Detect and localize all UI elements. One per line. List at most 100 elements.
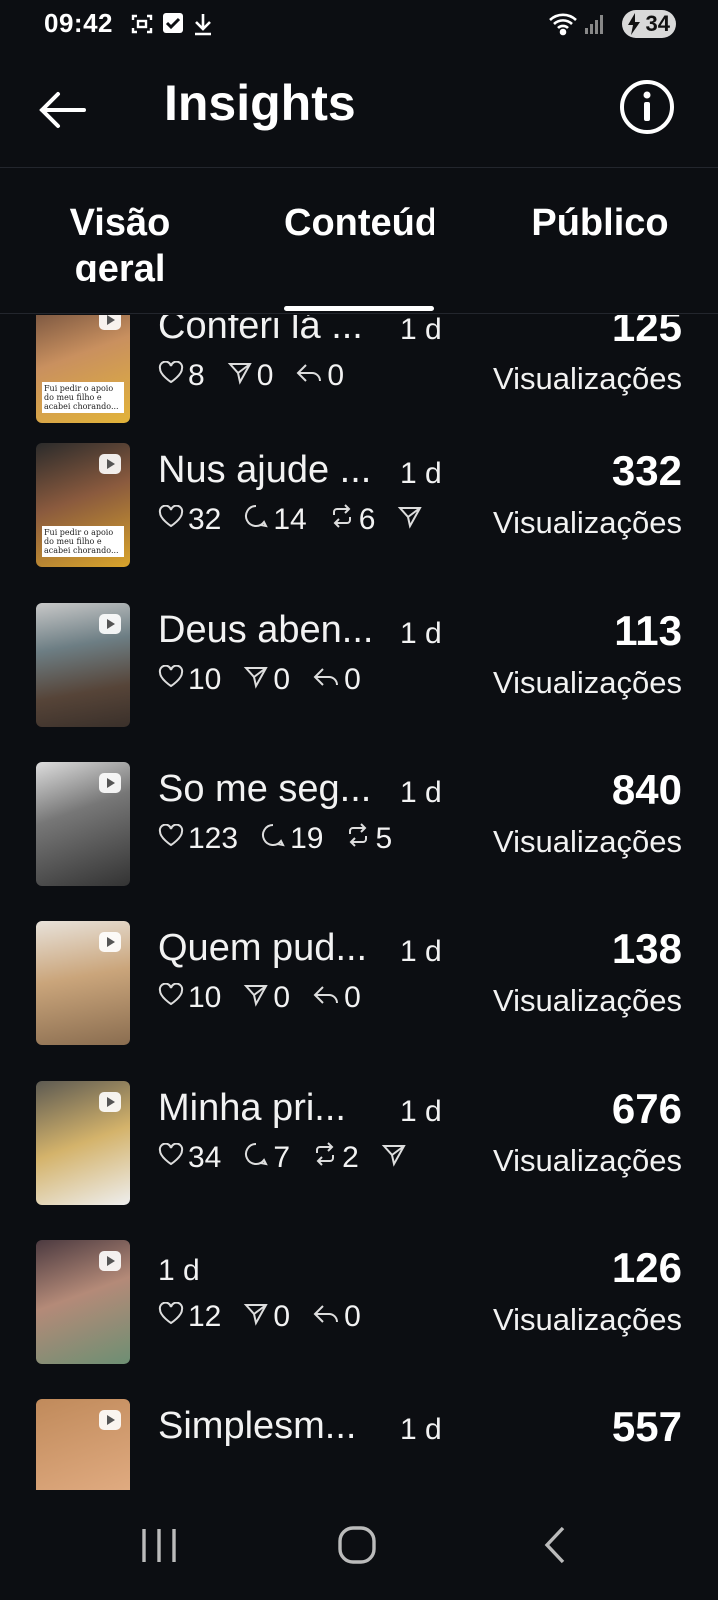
post-row[interactable]: Fui pedir o apoio do meu filho e acabei … — [0, 443, 718, 571]
screenshot-icon — [130, 12, 154, 41]
info-button[interactable] — [618, 78, 676, 136]
share-icon — [243, 1300, 273, 1334]
tab-overview[interactable]: Visão geral — [50, 200, 190, 282]
heart-icon — [158, 663, 188, 697]
post-stats: 12 0 0 — [158, 1300, 448, 1344]
stat-value: 0 — [344, 663, 361, 696]
post-thumbnail[interactable]: Fui pedir o apoio do meu filho e acabei … — [36, 443, 130, 567]
post-row[interactable]: Simplesm... 1 d 557 — [0, 1399, 718, 1490]
post-stat: 5 — [345, 822, 392, 856]
views-label: Visualizações — [493, 505, 682, 540]
post-row[interactable]: 1 d 126 Visualizações 12 0 0 — [0, 1240, 718, 1368]
post-stat: 8 — [158, 359, 205, 393]
tab-content[interactable]: Conteúdo — [284, 200, 434, 282]
post-title: Conferi lá ... — [158, 315, 363, 347]
post-row[interactable]: Minha pri... 1 d 676 Visualizações 34 7 2 — [0, 1081, 718, 1209]
post-thumbnail[interactable] — [36, 1399, 130, 1490]
battery-level: 34 — [645, 11, 670, 36]
reply-icon — [312, 1300, 344, 1334]
reply-icon — [295, 359, 327, 393]
post-title: Minha pri... — [158, 1087, 346, 1129]
share-icon — [227, 359, 257, 393]
post-stat: 12 — [158, 1300, 221, 1334]
post-views-count: 126 — [611, 1244, 682, 1291]
stat-value: 10 — [188, 663, 222, 696]
post-thumbnail[interactable]: Fui pedir o apoio do meu filho e acabei … — [36, 315, 130, 423]
post-stat: 0 — [227, 359, 273, 393]
thumbnail-caption: Fui pedir o apoio do meu filho e acabei … — [42, 526, 124, 557]
post-thumbnail[interactable] — [36, 1081, 130, 1205]
post-stat: 7 — [243, 1141, 290, 1175]
post-age: 1 d — [400, 776, 442, 809]
video-badge-icon — [98, 772, 122, 794]
post-row[interactable]: Fui pedir o apoio do meu filho e acabei … — [0, 315, 718, 427]
repost-icon — [312, 1141, 342, 1175]
active-tab-indicator — [284, 306, 434, 311]
stat-value: 123 — [188, 822, 239, 855]
post-stat: 10 — [158, 663, 221, 697]
reply-icon — [312, 981, 344, 1015]
home-button[interactable] — [328, 1520, 388, 1570]
post-stat: 123 — [158, 822, 238, 856]
views-label: Visualizações — [493, 824, 682, 859]
system-back-button[interactable] — [528, 1520, 588, 1570]
comment-icon — [260, 822, 290, 856]
post-row[interactable]: So me seg... 1 d 840 Visualizações 123 19… — [0, 762, 718, 890]
stat-value: 14 — [273, 503, 307, 536]
video-badge-icon — [98, 1091, 122, 1113]
post-stats: 10 0 0 — [158, 663, 448, 707]
post-thumbnail[interactable] — [36, 1240, 130, 1364]
post-views-count: 676 — [611, 1085, 682, 1132]
post-title: Simplesm... — [158, 1405, 357, 1447]
stat-value: 0 — [344, 981, 361, 1014]
post-row[interactable]: Quem pud... 1 d 138 Visualizações 10 0 0 — [0, 921, 718, 1049]
post-age: 1 d — [400, 457, 442, 490]
post-stat: 0 — [312, 981, 361, 1015]
battery-indicator: 34 — [622, 10, 676, 38]
views-label: Visualizações — [493, 983, 682, 1018]
post-thumbnail[interactable] — [36, 921, 130, 1045]
stat-value: 5 — [375, 822, 393, 855]
post-row[interactable]: Deus aben... 1 d 113 Visualizações 10 0 0 — [0, 603, 718, 731]
post-stats: 32 14 6 — [158, 503, 448, 547]
stat-value: 32 — [188, 503, 222, 536]
post-views-count: 125 — [611, 315, 682, 350]
content-list[interactable]: Fui pedir o apoio do meu filho e acabei … — [0, 315, 718, 1490]
stat-value: 10 — [188, 981, 222, 1014]
system-back-icon — [544, 1526, 565, 1564]
post-thumbnail[interactable] — [36, 603, 130, 727]
video-badge-icon — [98, 315, 122, 331]
comment-icon — [243, 503, 273, 537]
video-badge-icon — [98, 613, 122, 635]
stat-value: 0 — [327, 359, 345, 392]
back-button[interactable] — [34, 80, 94, 140]
tab-bar: Visão geral Conteúdo Público — [0, 168, 718, 314]
views-label: Visualizações — [493, 361, 682, 396]
post-stat — [397, 503, 427, 537]
stat-value: 12 — [188, 1300, 222, 1333]
heart-icon — [158, 359, 188, 393]
post-stat: 0 — [312, 663, 361, 697]
post-stat: 0 — [295, 359, 344, 393]
back-arrow-icon — [39, 92, 86, 128]
video-badge-icon — [98, 931, 122, 953]
post-views-count: 557 — [611, 1403, 682, 1450]
post-stat: 0 — [243, 663, 290, 697]
share-icon — [381, 1141, 411, 1175]
heart-icon — [158, 503, 188, 537]
charging-bolt-icon — [627, 13, 641, 41]
post-thumbnail[interactable] — [36, 762, 130, 886]
status-bar: 09:42 34 — [0, 0, 718, 50]
stat-value: 0 — [273, 1300, 291, 1333]
recents-button[interactable] — [130, 1520, 190, 1570]
video-badge-icon — [98, 1250, 122, 1272]
video-badge-icon — [98, 1409, 122, 1431]
post-stats — [158, 1459, 448, 1490]
post-title: Nus ajude ... — [158, 449, 372, 491]
post-stat: 32 — [158, 503, 221, 537]
page-title: Insights — [164, 75, 356, 131]
tab-audience[interactable]: Público — [520, 200, 680, 282]
stat-value: 0 — [344, 1300, 361, 1333]
post-stat: 0 — [243, 1300, 290, 1334]
signal-icon — [584, 12, 604, 41]
